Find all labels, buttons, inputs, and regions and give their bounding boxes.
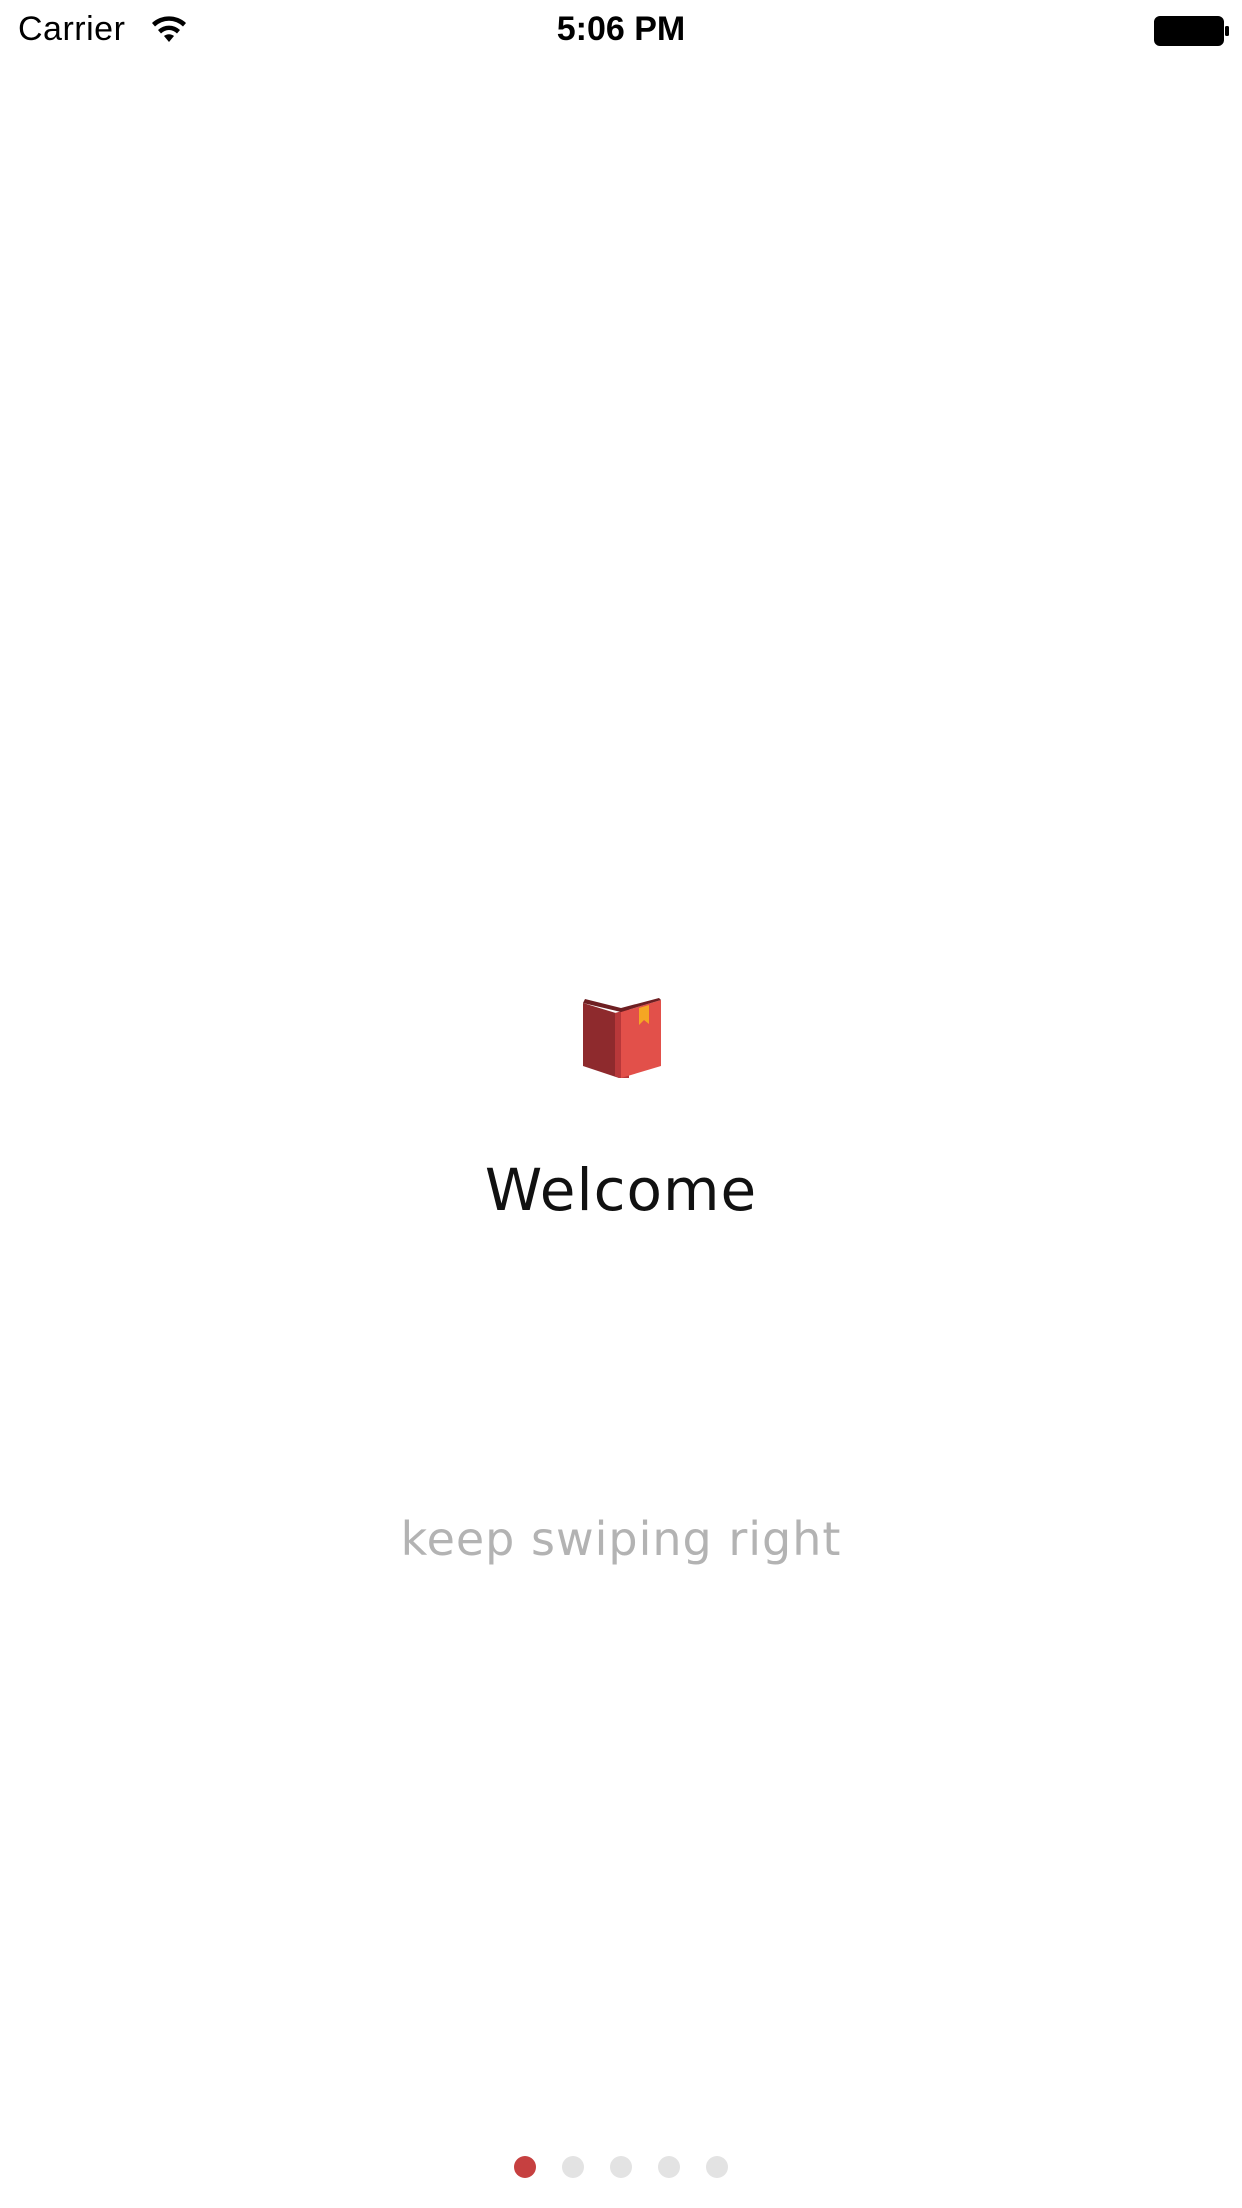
swipe-hint: keep swiping right xyxy=(400,1512,842,1566)
onboarding-page[interactable]: Welcome keep swiping right xyxy=(0,0,1242,2208)
page-dot-3[interactable] xyxy=(610,2156,632,2178)
page-dot-4[interactable] xyxy=(658,2156,680,2178)
welcome-title: Welcome xyxy=(484,1156,758,1224)
page-control[interactable] xyxy=(0,2156,1242,2180)
page-dot-5[interactable] xyxy=(706,2156,728,2178)
book-icon xyxy=(581,998,663,1080)
page-dot-2[interactable] xyxy=(562,2156,584,2178)
page-dot-1[interactable] xyxy=(514,2156,536,2178)
